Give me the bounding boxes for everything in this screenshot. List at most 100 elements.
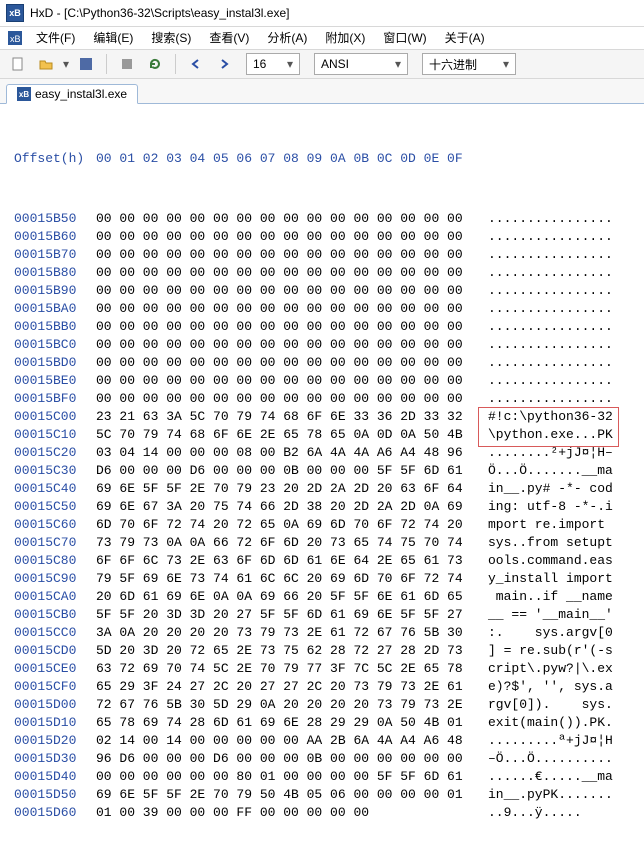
bytes-cell[interactable]: 96 D6 00 00 00 D6 00 00 00 0B 00 00 00 0… [96, 750, 480, 768]
ascii-cell[interactable]: exit(main()).PK. [480, 714, 613, 732]
bytes-per-row-combo[interactable]: 16 ▾ [246, 53, 300, 75]
hex-row[interactable]: 00015CF065 29 3F 24 27 2C 20 27 27 2C 20… [14, 678, 644, 696]
hex-row[interactable]: 00015B8000 00 00 00 00 00 00 00 00 00 00… [14, 264, 644, 282]
hex-row[interactable]: 00015CE063 72 69 70 74 5C 2E 70 79 77 3F… [14, 660, 644, 678]
hex-row[interactable]: 00015BA000 00 00 00 00 00 00 00 00 00 00… [14, 300, 644, 318]
menu-edit[interactable]: 编辑(E) [85, 27, 141, 49]
refresh-button[interactable] [143, 52, 167, 76]
tab-file[interactable]: xB easy_instal3l.exe [6, 84, 138, 104]
menu-search[interactable]: 搜索(S) [143, 27, 199, 49]
window-menu-icon[interactable]: xB [6, 29, 24, 47]
hex-row[interactable]: 00015CA020 6D 61 69 6E 0A 0A 69 66 20 5F… [14, 588, 644, 606]
ascii-cell[interactable]: ................ [480, 372, 613, 390]
bytes-cell[interactable]: 00 00 00 00 00 00 00 00 00 00 00 00 00 0… [96, 336, 480, 354]
hex-row[interactable]: 00015B5000 00 00 00 00 00 00 00 00 00 00… [14, 210, 644, 228]
ascii-cell[interactable]: rgv[0]). sys. [480, 696, 613, 714]
bytes-cell[interactable]: 73 79 73 0A 0A 66 72 6F 6D 20 73 65 74 7… [96, 534, 480, 552]
ascii-cell[interactable]: y_install import [480, 570, 613, 588]
hex-row[interactable]: 00015D1065 78 69 74 28 6D 61 69 6E 28 29… [14, 714, 644, 732]
ascii-cell[interactable]: ..9...ÿ..... [480, 804, 582, 822]
hex-row[interactable]: 00015B7000 00 00 00 00 00 00 00 00 00 00… [14, 246, 644, 264]
bytes-cell[interactable]: 5F 5F 20 3D 3D 20 27 5F 5F 6D 61 69 6E 5… [96, 606, 480, 624]
menu-file[interactable]: 文件(F) [28, 27, 83, 49]
ascii-cell[interactable]: \python.exe...PK [480, 426, 613, 444]
bytes-cell[interactable]: 00 00 00 00 00 00 00 00 00 00 00 00 00 0… [96, 228, 480, 246]
ascii-cell[interactable]: ................ [480, 390, 613, 408]
hex-row[interactable]: 00015D3096 D6 00 00 00 D6 00 00 00 0B 00… [14, 750, 644, 768]
hex-row[interactable]: 00015BC000 00 00 00 00 00 00 00 00 00 00… [14, 336, 644, 354]
hex-row[interactable]: 00015BE000 00 00 00 00 00 00 00 00 00 00… [14, 372, 644, 390]
bytes-cell[interactable]: 00 00 00 00 00 00 80 01 00 00 00 00 5F 5… [96, 768, 480, 786]
hex-row[interactable]: 00015C806F 6F 6C 73 2E 63 6F 6D 6D 61 6E… [14, 552, 644, 570]
bytes-cell[interactable]: 79 5F 69 6E 73 74 61 6C 6C 20 69 6D 70 6… [96, 570, 480, 588]
ascii-cell[interactable]: ] = re.sub(r'(-s [480, 642, 613, 660]
save-button[interactable] [74, 52, 98, 76]
ascii-cell[interactable]: ......€.....__ma [480, 768, 613, 786]
ascii-cell[interactable]: :. sys.argv[0 [480, 624, 613, 642]
ascii-cell[interactable]: mport re.import [480, 516, 613, 534]
bytes-cell[interactable]: 6F 6F 6C 73 2E 63 6F 6D 6D 61 6E 64 2E 6… [96, 552, 480, 570]
bytes-cell[interactable]: 5D 20 3D 20 72 65 2E 73 75 62 28 72 27 2… [96, 642, 480, 660]
bytes-cell[interactable]: 00 00 00 00 00 00 00 00 00 00 00 00 00 0… [96, 210, 480, 228]
ascii-cell[interactable]: ................ [480, 300, 613, 318]
open-button[interactable] [34, 52, 58, 76]
hex-view[interactable]: Offset(h) 00 01 02 03 04 05 06 07 08 09 … [0, 104, 644, 868]
bytes-cell[interactable]: 65 29 3F 24 27 2C 20 27 27 2C 20 73 79 7… [96, 678, 480, 696]
base-combo[interactable]: 十六进制 ▾ [422, 53, 516, 75]
hex-row[interactable]: 00015CB05F 5F 20 3D 3D 20 27 5F 5F 6D 61… [14, 606, 644, 624]
ascii-cell[interactable]: __ == '__main__' [480, 606, 613, 624]
ascii-cell[interactable]: in__.py# -*- cod [480, 480, 613, 498]
ascii-cell[interactable]: ................ [480, 246, 613, 264]
menu-window[interactable]: 窗口(W) [375, 27, 434, 49]
ascii-cell[interactable]: –Ö...Ö.......... [480, 750, 613, 768]
hex-row[interactable]: 00015C7073 79 73 0A 0A 66 72 6F 6D 20 73… [14, 534, 644, 552]
bytes-cell[interactable]: 00 00 00 00 00 00 00 00 00 00 00 00 00 0… [96, 372, 480, 390]
chip-button[interactable] [115, 52, 139, 76]
ascii-cell[interactable]: #!c:\python36-32 [480, 408, 613, 426]
ascii-cell[interactable]: sys..from setupt [480, 534, 613, 552]
open-dropdown-icon[interactable]: ▾ [62, 57, 70, 71]
bytes-cell[interactable]: 72 67 76 5B 30 5D 29 0A 20 20 20 20 73 7… [96, 696, 480, 714]
ascii-cell[interactable]: in__.pyPK....... [480, 786, 613, 804]
hex-row[interactable]: 00015C2003 04 14 00 00 00 08 00 B2 6A 4A… [14, 444, 644, 462]
nav-left-button[interactable] [184, 52, 208, 76]
hex-row[interactable]: 00015C0023 21 63 3A 5C 70 79 74 68 6F 6E… [14, 408, 644, 426]
menu-about[interactable]: 关于(A) [437, 27, 493, 49]
bytes-cell[interactable]: 69 6E 67 3A 20 75 74 66 2D 38 20 2D 2A 2… [96, 498, 480, 516]
bytes-cell[interactable]: 63 72 69 70 74 5C 2E 70 79 77 3F 7C 5C 2… [96, 660, 480, 678]
hex-row[interactable]: 00015C30D6 00 00 00 D6 00 00 00 0B 00 00… [14, 462, 644, 480]
bytes-cell[interactable]: 03 04 14 00 00 00 08 00 B2 6A 4A 4A A6 A… [96, 444, 480, 462]
ascii-cell[interactable]: ools.command.eas [480, 552, 613, 570]
hex-row[interactable]: 00015CC03A 0A 20 20 20 20 73 79 73 2E 61… [14, 624, 644, 642]
bytes-cell[interactable]: 02 14 00 14 00 00 00 00 00 AA 2B 6A 4A A… [96, 732, 480, 750]
bytes-cell[interactable]: 00 00 00 00 00 00 00 00 00 00 00 00 00 0… [96, 246, 480, 264]
hex-row[interactable]: 00015C606D 70 6F 72 74 20 72 65 0A 69 6D… [14, 516, 644, 534]
bytes-cell[interactable]: 69 6E 5F 5F 2E 70 79 23 20 2D 2A 2D 20 6… [96, 480, 480, 498]
bytes-cell[interactable]: 5C 70 79 74 68 6F 6E 2E 65 78 65 0A 0D 0… [96, 426, 480, 444]
new-button[interactable] [6, 52, 30, 76]
bytes-cell[interactable]: 00 00 00 00 00 00 00 00 00 00 00 00 00 0… [96, 282, 480, 300]
hex-row[interactable]: 00015C9079 5F 69 6E 73 74 61 6C 6C 20 69… [14, 570, 644, 588]
bytes-cell[interactable]: 00 00 00 00 00 00 00 00 00 00 00 00 00 0… [96, 264, 480, 282]
ascii-cell[interactable]: .........ª+jJ¤¦H [480, 732, 613, 750]
bytes-cell[interactable]: 00 00 00 00 00 00 00 00 00 00 00 00 00 0… [96, 300, 480, 318]
hex-row[interactable]: 00015B9000 00 00 00 00 00 00 00 00 00 00… [14, 282, 644, 300]
hex-row[interactable]: 00015BB000 00 00 00 00 00 00 00 00 00 00… [14, 318, 644, 336]
bytes-cell[interactable]: 3A 0A 20 20 20 20 73 79 73 2E 61 72 67 7… [96, 624, 480, 642]
hex-row[interactable]: 00015D4000 00 00 00 00 00 80 01 00 00 00… [14, 768, 644, 786]
ascii-cell[interactable]: ........²+jJ¤¦H– [480, 444, 613, 462]
hex-row[interactable]: 00015C5069 6E 67 3A 20 75 74 66 2D 38 20… [14, 498, 644, 516]
hex-row[interactable]: 00015D0072 67 76 5B 30 5D 29 0A 20 20 20… [14, 696, 644, 714]
ascii-cell[interactable]: ................ [480, 336, 613, 354]
ascii-cell[interactable]: main..if __name [480, 588, 613, 606]
bytes-cell[interactable]: 00 00 00 00 00 00 00 00 00 00 00 00 00 0… [96, 318, 480, 336]
hex-row[interactable]: 00015C4069 6E 5F 5F 2E 70 79 23 20 2D 2A… [14, 480, 644, 498]
hex-row[interactable]: 00015BF000 00 00 00 00 00 00 00 00 00 00… [14, 390, 644, 408]
hex-row[interactable]: 00015D5069 6E 5F 5F 2E 70 79 50 4B 05 06… [14, 786, 644, 804]
ascii-cell[interactable]: Ö...Ö.......__ma [480, 462, 613, 480]
hex-row[interactable]: 00015CD05D 20 3D 20 72 65 2E 73 75 62 28… [14, 642, 644, 660]
ascii-cell[interactable]: cript\.pyw?|\.ex [480, 660, 613, 678]
menu-view[interactable]: 查看(V) [201, 27, 257, 49]
hex-row[interactable]: 00015BD000 00 00 00 00 00 00 00 00 00 00… [14, 354, 644, 372]
bytes-cell[interactable]: D6 00 00 00 D6 00 00 00 0B 00 00 00 5F 5… [96, 462, 480, 480]
